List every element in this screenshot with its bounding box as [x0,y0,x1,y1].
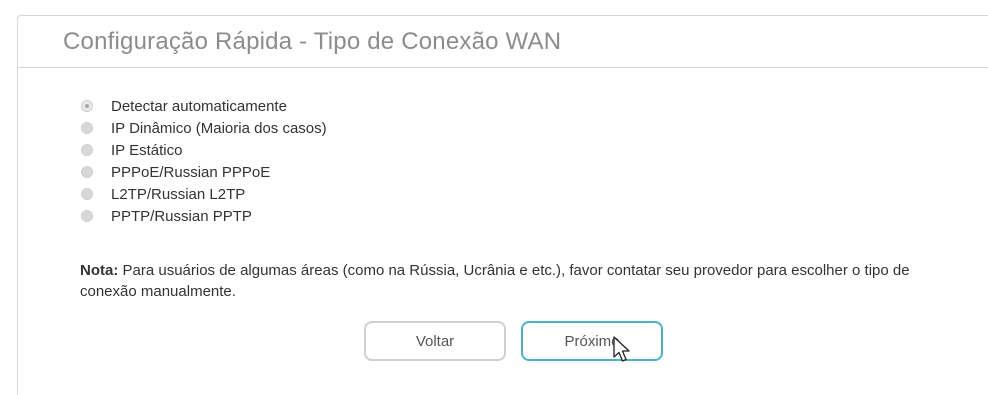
radio-unselected-icon[interactable] [81,122,93,134]
radio-label: PPPoE/Russian PPPoE [111,163,271,181]
radio-option-pptp[interactable]: PPTP/Russian PPTP [81,205,327,227]
page-title: Configuração Rápida - Tipo de Conexão WA… [63,28,562,55]
note-body: Para usuários de algumas áreas (como na … [80,262,910,300]
radio-label: IP Dinâmico (Maioria dos casos) [111,119,327,137]
radio-option-pppoe[interactable]: PPPoE/Russian PPPoE [81,161,327,183]
radio-unselected-icon[interactable] [81,188,93,200]
back-button[interactable]: Voltar [364,321,506,361]
next-button[interactable]: Próximo [521,321,663,361]
radio-option-static-ip[interactable]: IP Estático [81,139,327,161]
radio-option-auto-detect[interactable]: Detectar automaticamente [81,95,327,117]
note-text: Nota: Para usuários de algumas áreas (co… [80,260,910,302]
radio-option-l2tp[interactable]: L2TP/Russian L2TP [81,183,327,205]
radio-label: IP Estático [111,141,183,159]
radio-unselected-icon[interactable] [81,210,93,222]
mouse-pointer-icon [613,336,630,362]
radio-label: L2TP/Russian L2TP [111,185,246,203]
radio-selected-icon[interactable] [81,100,93,112]
note-label: Nota: [80,262,119,279]
radio-option-dynamic-ip[interactable]: IP Dinâmico (Maioria dos casos) [81,117,327,139]
connection-type-radio-group: Detectar automaticamente IP Dinâmico (Ma… [81,95,327,227]
radio-label: PPTP/Russian PPTP [111,207,252,225]
radio-unselected-icon[interactable] [81,166,93,178]
radio-unselected-icon[interactable] [81,144,93,156]
radio-label: Detectar automaticamente [111,97,287,115]
